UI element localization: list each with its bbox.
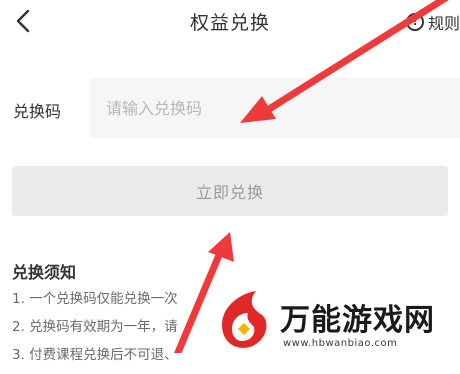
redeem-now-button[interactable]: 立即兑换 xyxy=(12,166,448,216)
redeem-code-label: 兑换码 xyxy=(13,102,62,121)
notice-title: 兑换须知 xyxy=(12,263,77,282)
redeem-code-input[interactable] xyxy=(90,78,460,138)
redeem-code-row: 兑换码 xyxy=(0,78,460,138)
watermark-url: www.hbwanbiao.com xyxy=(283,338,398,349)
header-bar: 权益兑换 ! 规则 xyxy=(0,0,460,46)
watermark-site-name: 万能游戏网 xyxy=(280,303,435,338)
info-icon: ! xyxy=(406,13,424,31)
watermark-logo-icon xyxy=(222,291,267,348)
rules-link[interactable]: ! 规则 xyxy=(406,10,460,34)
page-title: 权益兑换 xyxy=(189,12,270,34)
rules-label: 规则 xyxy=(428,14,460,33)
